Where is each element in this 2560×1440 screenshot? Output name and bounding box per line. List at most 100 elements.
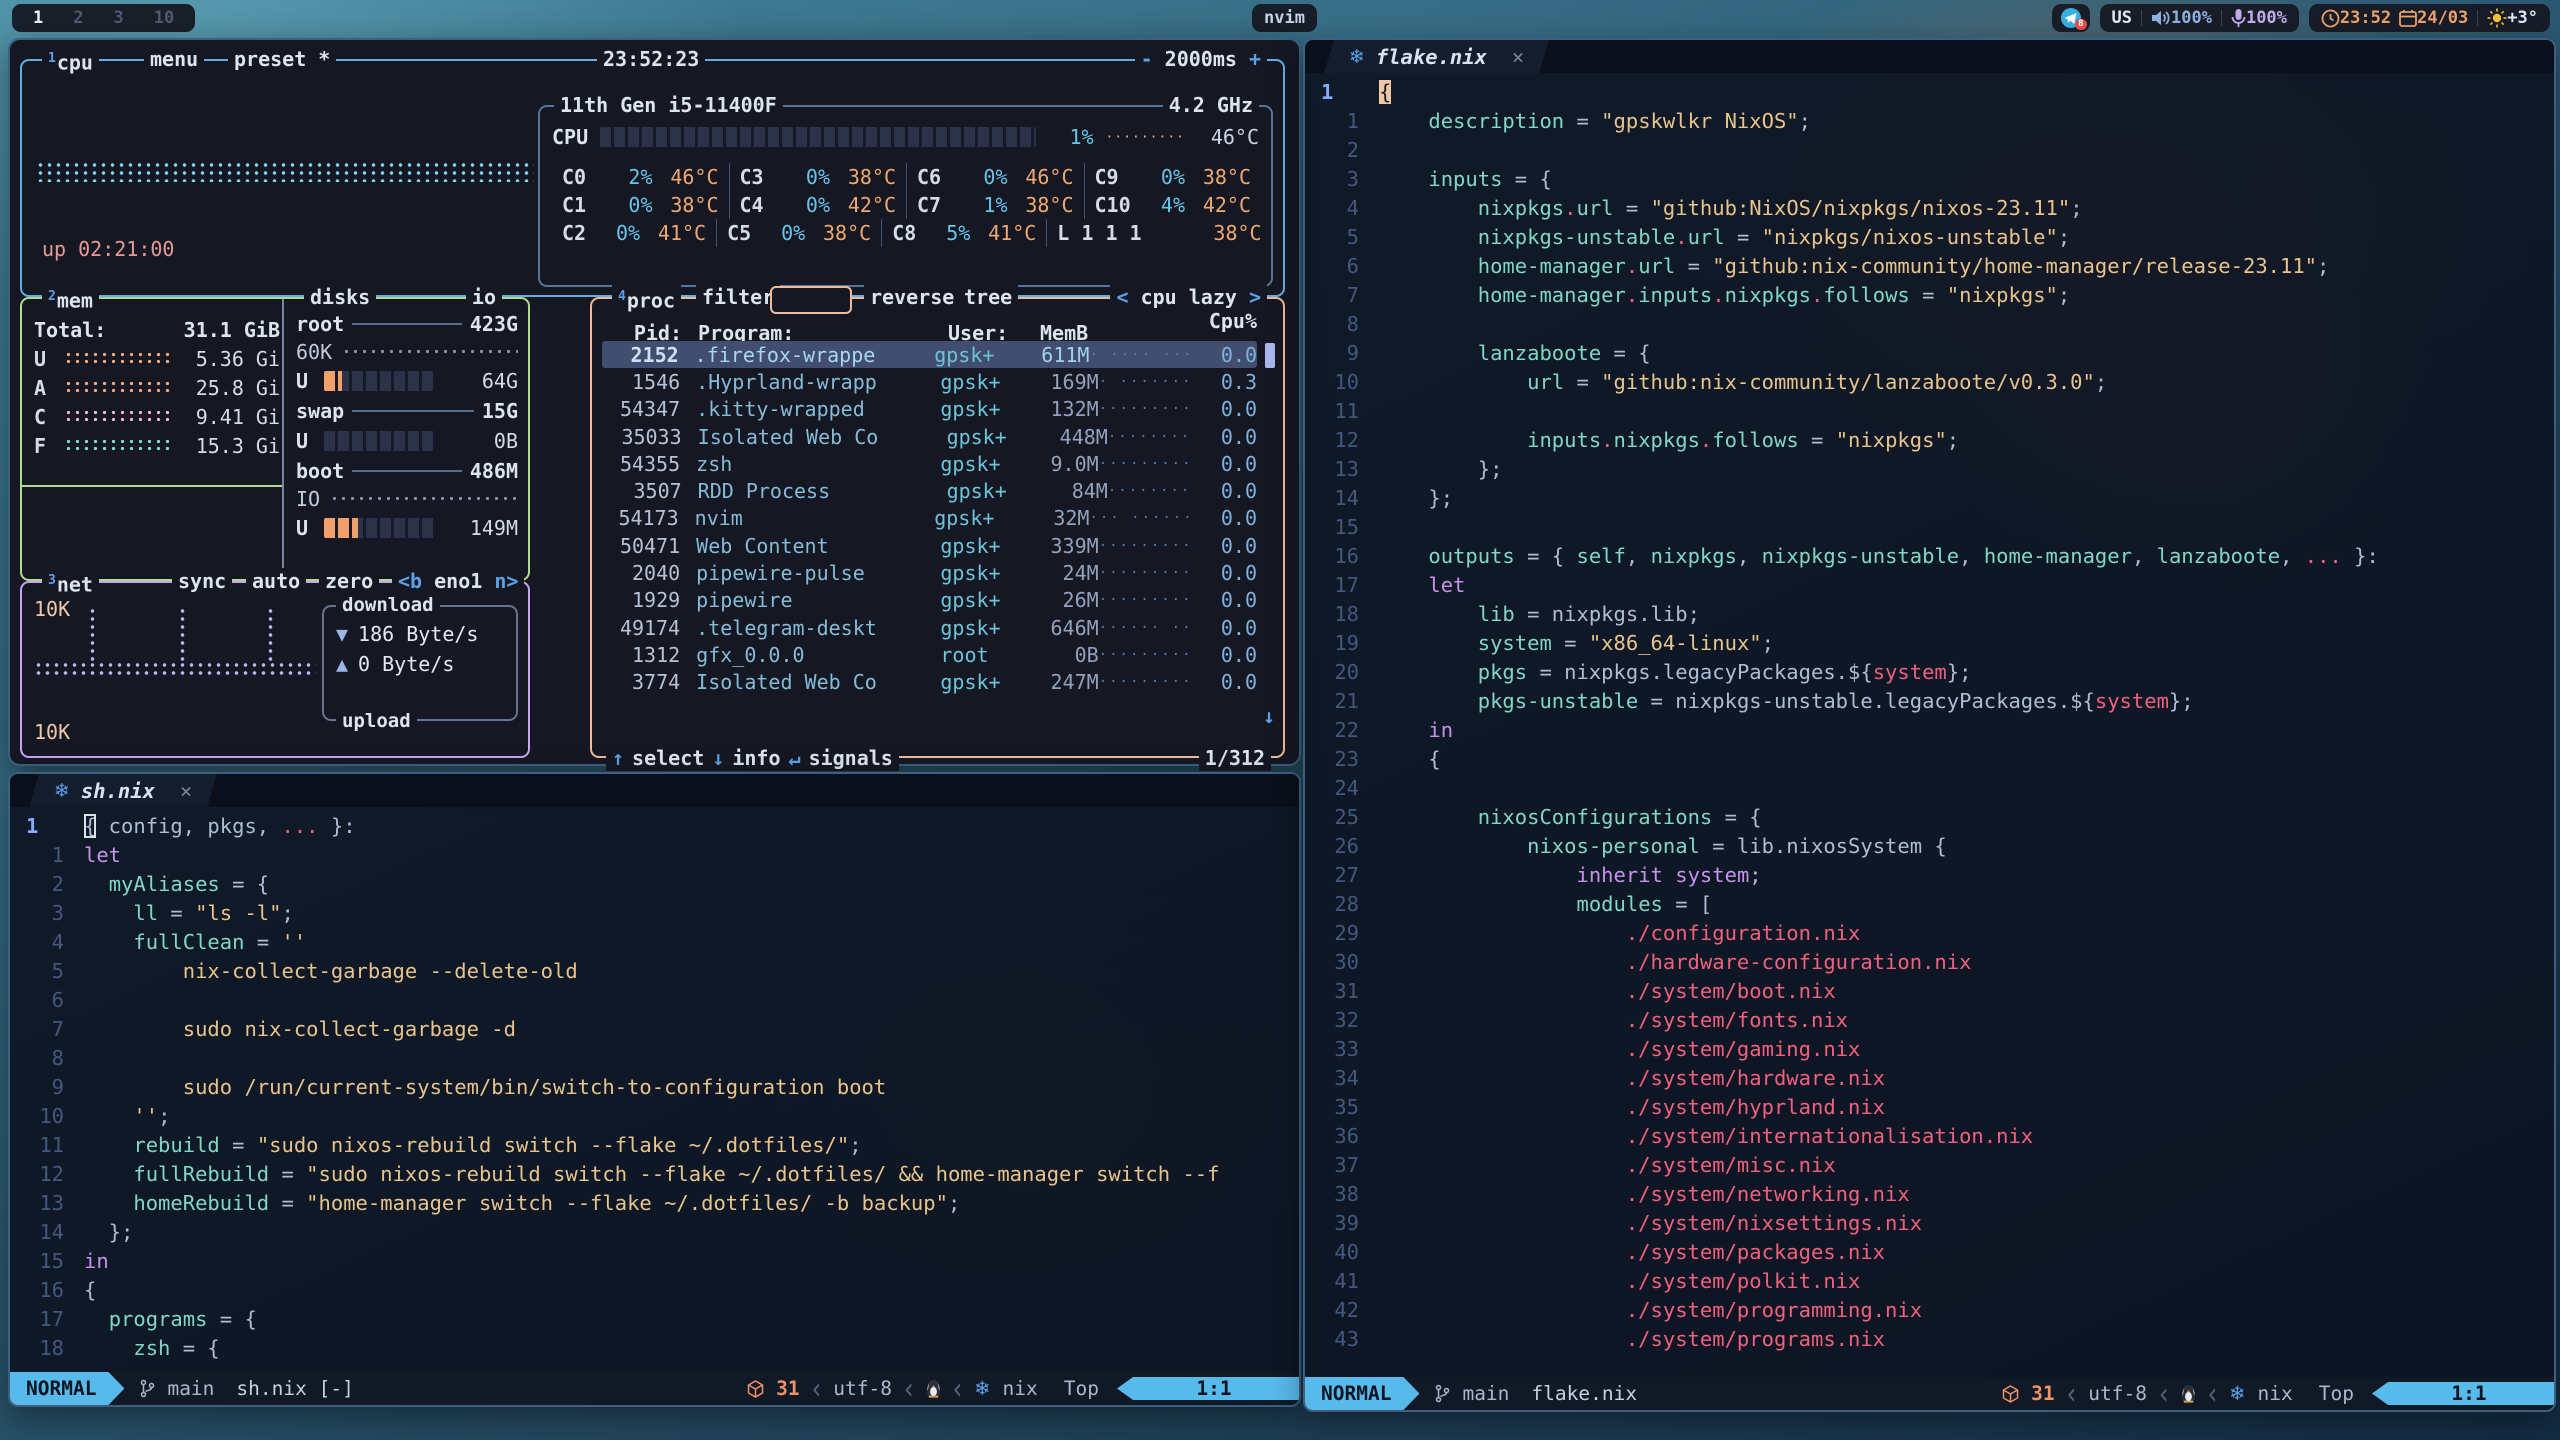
net-auto-button[interactable]: auto bbox=[246, 568, 306, 594]
disk-used-meter: U64G bbox=[296, 365, 518, 396]
proc-row[interactable]: 1546.Hyprland-wrappgpsk+169M· ·······0.3 bbox=[602, 368, 1257, 395]
menu-button[interactable]: menu bbox=[144, 46, 204, 72]
io-toggle[interactable]: io bbox=[466, 284, 502, 310]
workspace-2[interactable]: 2 bbox=[58, 8, 98, 28]
tab-flake-nix[interactable]: ❄ flake.nix × bbox=[1324, 40, 1549, 73]
vim-mode-indicator: NORMAL bbox=[10, 1372, 124, 1405]
code-line: 17 let bbox=[1305, 571, 2554, 600]
line-number: 39 bbox=[1305, 1209, 1379, 1238]
proc-row[interactable]: 50471Web Contentgpsk+339M·········0.0 bbox=[602, 532, 1257, 559]
info-key[interactable]: info bbox=[732, 745, 780, 771]
proc-sort-selector[interactable]: < cpu lazy > bbox=[1110, 284, 1267, 310]
speaker-icon[interactable] bbox=[2151, 9, 2171, 27]
select-key[interactable]: select bbox=[632, 745, 704, 771]
line-number: 17 bbox=[1305, 571, 1379, 600]
code-line: 33 ./system/gaming.nix bbox=[1305, 1035, 2554, 1064]
download-label: download bbox=[336, 592, 440, 618]
code-line: 3 ll = "ls -l"; bbox=[10, 899, 1299, 928]
proc-row[interactable]: 3774Isolated Web Cogpsk+247M·········0.0 bbox=[602, 669, 1257, 696]
proc-row[interactable]: 2152.firefox-wrappegpsk+611M· ···· ···0.… bbox=[602, 341, 1257, 368]
cpu-core-grid: C02%46°CC30%38°CC60%46°CC90%38°CC10%38°C… bbox=[552, 163, 1261, 247]
scroll-position: Top bbox=[2319, 1382, 2354, 1405]
line-number: 31 bbox=[1305, 977, 1379, 1006]
code-line: 15in bbox=[10, 1247, 1299, 1276]
disk-io-graph bbox=[342, 347, 518, 356]
code-line: 31 ./system/boot.nix bbox=[1305, 977, 2554, 1006]
code-line: 38 ./system/networking.nix bbox=[1305, 1180, 2554, 1209]
preset-button[interactable]: preset * bbox=[228, 46, 336, 72]
disk-io-graph bbox=[330, 494, 518, 503]
proc-reverse-button[interactable]: reverse bbox=[864, 284, 960, 310]
proc-row[interactable]: 2040pipewire-pulsegpsk+24M·········0.0 bbox=[602, 559, 1257, 586]
line-number: 2 bbox=[1305, 136, 1379, 165]
keyboard-layout[interactable]: US bbox=[2112, 8, 2132, 28]
mic-level[interactable]: 100% bbox=[2246, 8, 2287, 28]
proc-tree-button[interactable]: tree bbox=[958, 284, 1018, 310]
workspace-3[interactable]: 3 bbox=[99, 8, 139, 28]
weather-temperature[interactable]: +3° bbox=[2507, 8, 2538, 28]
volume-level[interactable]: 100% bbox=[2171, 8, 2212, 28]
line-number: 5 bbox=[1305, 223, 1379, 252]
workspace-10[interactable]: 10 bbox=[139, 8, 189, 28]
line-number: 36 bbox=[1305, 1122, 1379, 1151]
proc-row[interactable]: 49174.telegram-desktgpsk+646M······ ··0.… bbox=[602, 614, 1257, 641]
line-number: 7 bbox=[10, 1015, 84, 1044]
disk-io-row: 60K bbox=[296, 338, 518, 365]
clock-time[interactable]: 23:52 bbox=[2340, 8, 2391, 28]
line-number: 5 bbox=[10, 957, 84, 986]
proc-row[interactable]: 54355zshgpsk+9.0M·········0.0 bbox=[602, 450, 1257, 477]
code-line: 4 nixpkgs.url = "github:NixOS/nixpkgs/ni… bbox=[1305, 194, 2554, 223]
net-scale-top: 10K bbox=[34, 597, 70, 621]
cpu-core-readout: C104%42°C bbox=[1084, 191, 1262, 219]
code-line: 42 ./system/programming.nix bbox=[1305, 1296, 2554, 1325]
net-zero-button[interactable]: zero bbox=[319, 568, 379, 594]
proc-filter-button[interactable]: filter bbox=[696, 284, 780, 310]
net-interface-selector[interactable]: <b eno1 n> bbox=[392, 568, 524, 594]
code-line: 2 bbox=[1305, 136, 2554, 165]
code-line: 14 }; bbox=[1305, 484, 2554, 513]
disks-toggle[interactable]: disks bbox=[304, 284, 376, 310]
proc-row[interactable]: 54347.kitty-wrappedgpsk+132M·········0.0 bbox=[602, 396, 1257, 423]
net-sync-button[interactable]: sync bbox=[172, 568, 232, 594]
nvim-window-sh-nix: ❄ sh.nix × 1{ config, pkgs, ... }:1let2 … bbox=[8, 772, 1301, 1407]
microphone-icon[interactable] bbox=[2231, 8, 2246, 28]
line-number: 16 bbox=[1305, 542, 1379, 571]
scroll-position: Top bbox=[1064, 1377, 1099, 1400]
signals-key[interactable]: signals bbox=[809, 745, 893, 771]
cpu-core-readout: C30%38°C bbox=[729, 163, 907, 191]
code-area-flake-nix[interactable]: 1{1 description = "gpskwlkr NixOS";23 in… bbox=[1305, 73, 2554, 1377]
proc-footer-keys: ↑select↓ info↵ signals bbox=[606, 745, 899, 771]
git-branch-name[interactable]: main bbox=[1462, 1382, 1509, 1405]
clock-date[interactable]: 24/03 bbox=[2417, 8, 2468, 28]
tab-close-icon[interactable]: × bbox=[180, 779, 192, 803]
proc-row[interactable]: 54173nvimgpsk+32M··· ······0.0 bbox=[602, 505, 1257, 532]
code-line: 10 url = "github:nix-community/lanzaboot… bbox=[1305, 368, 2554, 397]
cursor-position: 1:1 bbox=[1117, 1377, 1299, 1400]
line-number: 34 bbox=[1305, 1064, 1379, 1093]
proc-row[interactable]: 1929pipewiregpsk+26M·········0.0 bbox=[602, 587, 1257, 614]
disk-io-row: IO bbox=[296, 485, 518, 512]
git-branch-name[interactable]: main bbox=[167, 1377, 214, 1400]
code-line: 26 nixos-personal = lib.nixosSystem { bbox=[1305, 832, 2554, 861]
refresh-interval-control[interactable]: - 2000ms + bbox=[1135, 46, 1267, 72]
separator-icon: ‹ bbox=[2208, 1376, 2218, 1411]
line-number: 30 bbox=[1305, 948, 1379, 977]
code-area-sh-nix[interactable]: 1{ config, pkgs, ... }:1let2 myAliases =… bbox=[10, 807, 1299, 1372]
proc-row[interactable]: 1312gfx_0.0.0root0B·········0.0 bbox=[602, 641, 1257, 668]
memory-usage-graph bbox=[64, 438, 172, 453]
workspace-1[interactable]: 1 bbox=[18, 8, 58, 28]
proc-scrollbar-thumb[interactable] bbox=[1265, 343, 1275, 368]
proc-position-indicator: 1/312 bbox=[1199, 745, 1271, 771]
line-number: 13 bbox=[10, 1189, 84, 1218]
proc-scroll-down-indicator[interactable]: ↓ bbox=[1263, 704, 1275, 728]
tray[interactable]: 8 bbox=[2052, 4, 2090, 32]
up-arrow-icon: ▲ bbox=[336, 652, 348, 676]
cpu-core-readout: C60%46°C bbox=[906, 163, 1084, 191]
line-number: 20 bbox=[1305, 658, 1379, 687]
tab-close-icon[interactable]: × bbox=[1512, 45, 1524, 69]
tab-sh-nix[interactable]: ❄ sh.nix × bbox=[29, 774, 217, 807]
proc-row[interactable]: 3507RDD Processgpsk+84M········0.0 bbox=[602, 477, 1257, 504]
proc-row[interactable]: 35033Isolated Web Cogpsk+448M········0.0 bbox=[602, 423, 1257, 450]
line-number: 15 bbox=[10, 1247, 84, 1276]
line-number: 4 bbox=[1305, 194, 1379, 223]
